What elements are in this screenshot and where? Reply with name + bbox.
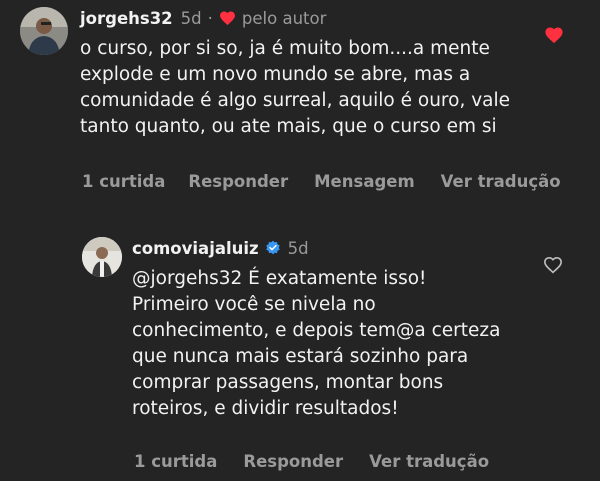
comment-time: 5d xyxy=(180,8,202,28)
reply-translate-button[interactable]: Ver tradução xyxy=(369,452,489,471)
comment-text: o curso, por si so, ja é muito bom....a … xyxy=(80,38,511,137)
reply-reply-button[interactable]: Responder xyxy=(243,452,343,471)
reply-header: comoviajaluiz 5d xyxy=(132,237,309,259)
reply-like-heart-icon[interactable] xyxy=(543,256,563,274)
reply-likes-count-button[interactable]: 1 curtida xyxy=(134,452,217,471)
likes-count-button[interactable]: 1 curtida xyxy=(82,172,165,191)
heart-icon xyxy=(219,11,235,26)
like-heart-icon[interactable] xyxy=(544,26,564,44)
reply-time: 5d xyxy=(287,238,309,258)
reply-button[interactable]: Responder xyxy=(188,172,288,191)
liked-by-author-label: pelo autor xyxy=(241,8,327,28)
reply-actions: 1 curtida Responder Ver tradução xyxy=(134,452,489,471)
separator-dot: · xyxy=(207,8,213,28)
comment-header: jorgehs32 5d · pelo autor xyxy=(80,7,326,29)
verified-badge-icon xyxy=(265,240,280,255)
comment-username[interactable]: jorgehs32 xyxy=(80,9,173,28)
comment-actions: 1 curtida Responder Mensagem Ver traduçã… xyxy=(82,172,561,191)
reply-text: @jorgehs32 É exatamente isso! Primeiro v… xyxy=(132,268,501,419)
avatar[interactable] xyxy=(20,7,68,55)
reply-avatar[interactable] xyxy=(82,237,122,277)
message-button[interactable]: Mensagem xyxy=(314,172,415,191)
translate-button[interactable]: Ver tradução xyxy=(441,172,561,191)
reply-username[interactable]: comoviajaluiz xyxy=(132,239,259,258)
